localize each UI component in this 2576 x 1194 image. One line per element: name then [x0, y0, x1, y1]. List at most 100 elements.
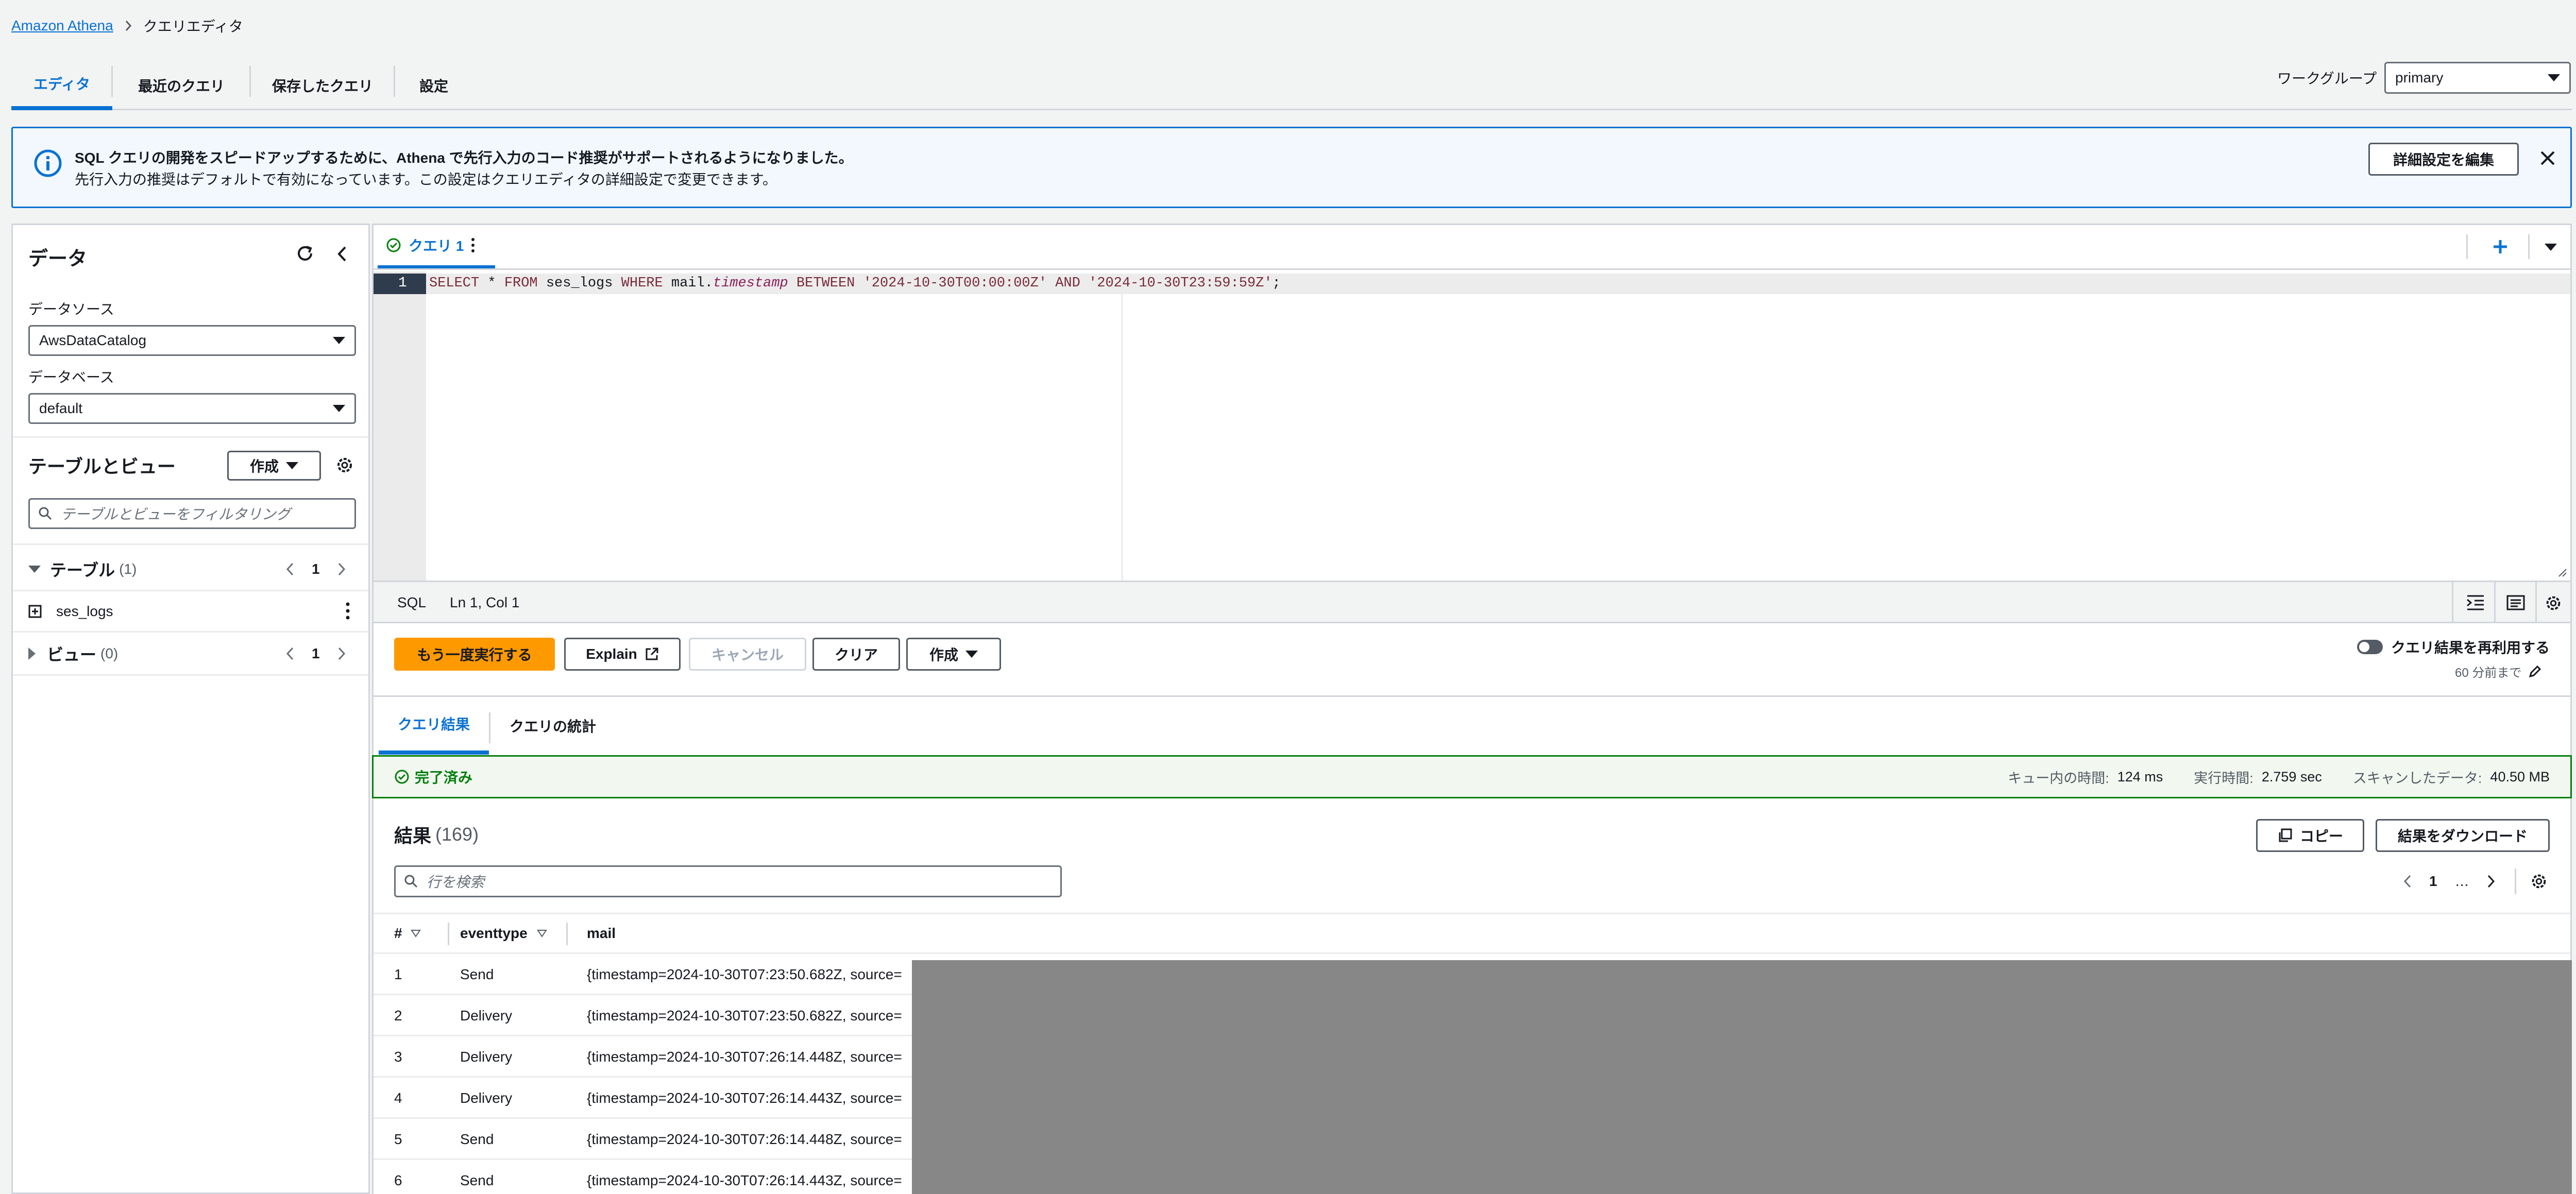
database-select[interactable]: default: [28, 393, 356, 424]
action-bar: もう一度実行する Explain キャンセル クリア 作成 クエリ結果を再利用す…: [372, 623, 2572, 695]
editor-language: SQL: [397, 594, 427, 610]
close-icon[interactable]: [2538, 149, 2557, 167]
row-mail: {timestamp=2024-10-30T07:26:14.448Z, sou…: [587, 1131, 902, 1147]
main-tabs: エディタ 最近のクエリ 保存したクエリ 設定: [11, 61, 2572, 110]
tab-settings-label: 設定: [419, 78, 448, 94]
tab-strip-divider: [2528, 234, 2530, 259]
copy-results-button[interactable]: コピー: [2256, 819, 2364, 852]
more-options-icon[interactable]: [471, 237, 475, 253]
results-page-ellipsis: …: [2454, 873, 2469, 889]
column-resizer[interactable]: [448, 923, 449, 945]
views-page-number[interactable]: 1: [312, 645, 320, 662]
row-search-input[interactable]: 行を検索: [394, 865, 1062, 897]
edit-preferences-button[interactable]: 詳細設定を編集: [2368, 143, 2519, 176]
chevron-left-icon[interactable]: [286, 562, 294, 576]
chevron-right-icon[interactable]: [2487, 875, 2495, 888]
datasource-select[interactable]: AwsDataCatalog: [28, 325, 356, 356]
tab-query-stats[interactable]: クエリの統計: [491, 697, 615, 755]
chevron-right-icon: [125, 20, 132, 31]
rerun-button[interactable]: もう一度実行する: [394, 638, 555, 671]
edit-pencil-icon[interactable]: [2528, 664, 2542, 679]
shortcuts-icon[interactable]: [2506, 593, 2525, 612]
sql-keyword: SELECT: [429, 276, 480, 291]
gear-icon[interactable]: [2544, 593, 2563, 613]
caret-down-icon: [333, 405, 345, 412]
refresh-icon[interactable]: [295, 244, 315, 263]
row-eventtype: Delivery: [460, 1049, 513, 1065]
more-options-icon[interactable]: [346, 602, 350, 620]
chevron-left-icon[interactable]: [286, 647, 294, 660]
row-mail: {timestamp=2024-10-30T07:23:50.682Z, sou…: [587, 966, 902, 982]
cursor-position: Ln 1, Col 1: [450, 594, 520, 610]
data-scanned-value: 40.50 MB: [2490, 769, 2550, 784]
sql-token: mail.: [663, 276, 713, 291]
results-header: 結果 (169): [394, 821, 479, 848]
tab-settings[interactable]: 設定: [395, 61, 472, 110]
tab-saved-queries[interactable]: 保存したクエリ: [251, 61, 394, 110]
sql-keyword: FROM: [504, 276, 538, 291]
gear-icon[interactable]: [2529, 872, 2549, 891]
gear-icon[interactable]: [334, 455, 355, 475]
row-eventtype: Send: [460, 966, 494, 982]
reuse-results-toggle-row: クエリ結果を再利用する: [2357, 637, 2550, 657]
table-filter-input[interactable]: テーブルとビューをフィルタリング: [28, 498, 356, 529]
resize-handle-icon[interactable]: [2557, 567, 2567, 577]
tab-recent-queries[interactable]: 最近のクエリ: [113, 61, 250, 110]
copy-icon: [2277, 828, 2293, 843]
chevron-right-icon[interactable]: [337, 647, 346, 660]
column-header-mail[interactable]: mail: [587, 914, 616, 952]
caret-down-icon: [286, 462, 298, 469]
tables-page-number[interactable]: 1: [312, 561, 320, 577]
sidebar-divider: [13, 674, 368, 676]
redacted-area: [912, 960, 2572, 1194]
download-results-button[interactable]: 結果をダウンロード: [2376, 819, 2550, 852]
chevron-right-icon[interactable]: [337, 562, 346, 576]
reuse-results-toggle[interactable]: [2357, 640, 2383, 654]
tab-editor-label: エディタ: [33, 76, 91, 92]
tables-section-header[interactable]: テーブル (1): [28, 549, 137, 590]
run-time-value: 2.759 sec: [2261, 769, 2322, 784]
column-header-index[interactable]: #: [394, 914, 421, 952]
column-header-mail-label: mail: [587, 925, 616, 941]
collapse-icon[interactable]: [336, 246, 348, 262]
database-label: データベース: [28, 369, 114, 385]
chevron-left-icon[interactable]: [2403, 875, 2412, 888]
sql-function: timestamp: [713, 276, 788, 291]
sql-code-line[interactable]: SELECT * FROM ses_logs WHERE mail.timest…: [429, 276, 1281, 291]
status-divider: [2535, 582, 2537, 623]
row-index: 4: [394, 1090, 402, 1106]
table-item[interactable]: ses_logs: [28, 592, 358, 631]
clear-button[interactable]: クリア: [812, 638, 900, 671]
table-filter-placeholder: テーブルとビューをフィルタリング: [61, 506, 291, 522]
success-check-icon: [394, 769, 410, 784]
create-label: 作成: [929, 647, 958, 663]
tab-menu-caret-icon[interactable]: [2545, 244, 2557, 251]
tab-saved-queries-label: 保存したクエリ: [272, 78, 373, 94]
tab-query-stats-label: クエリの統計: [509, 719, 596, 735]
sql-token: ses_logs: [537, 276, 621, 291]
views-section-header[interactable]: ビュー (0): [28, 633, 118, 674]
breadcrumb-home-link[interactable]: Amazon Athena: [11, 18, 113, 34]
views-pagination: 1: [286, 633, 346, 674]
caret-down-icon: [965, 651, 978, 658]
cancel-button[interactable]: キャンセル: [689, 638, 806, 671]
add-query-icon[interactable]: [2492, 238, 2509, 255]
tab-query-1[interactable]: クエリ 1: [378, 225, 495, 268]
row-index: 6: [394, 1172, 402, 1188]
sort-icon: [410, 929, 421, 937]
tab-editor[interactable]: エディタ: [11, 61, 112, 110]
sidebar-divider: [13, 543, 368, 545]
execution-stats: キュー内の時間: 124 ms 実行時間: 2.759 sec スキャンしたデー…: [2008, 757, 2550, 797]
tab-query-results[interactable]: クエリ結果: [379, 697, 489, 755]
reuse-results-sublabel: 60 分前まで: [2455, 666, 2522, 680]
explain-button[interactable]: Explain: [564, 638, 681, 671]
column-resizer[interactable]: [566, 923, 568, 945]
create-table-button[interactable]: 作成: [227, 451, 321, 481]
column-header-eventtype[interactable]: eventtype: [460, 914, 547, 952]
create-button[interactable]: 作成: [906, 638, 1001, 671]
workgroup-select[interactable]: primary: [2384, 62, 2571, 94]
column-header-eventtype-label: eventtype: [460, 925, 528, 941]
expand-plus-icon[interactable]: [28, 605, 42, 618]
results-page-number[interactable]: 1: [2429, 873, 2437, 890]
format-indent-icon[interactable]: [2466, 593, 2485, 612]
